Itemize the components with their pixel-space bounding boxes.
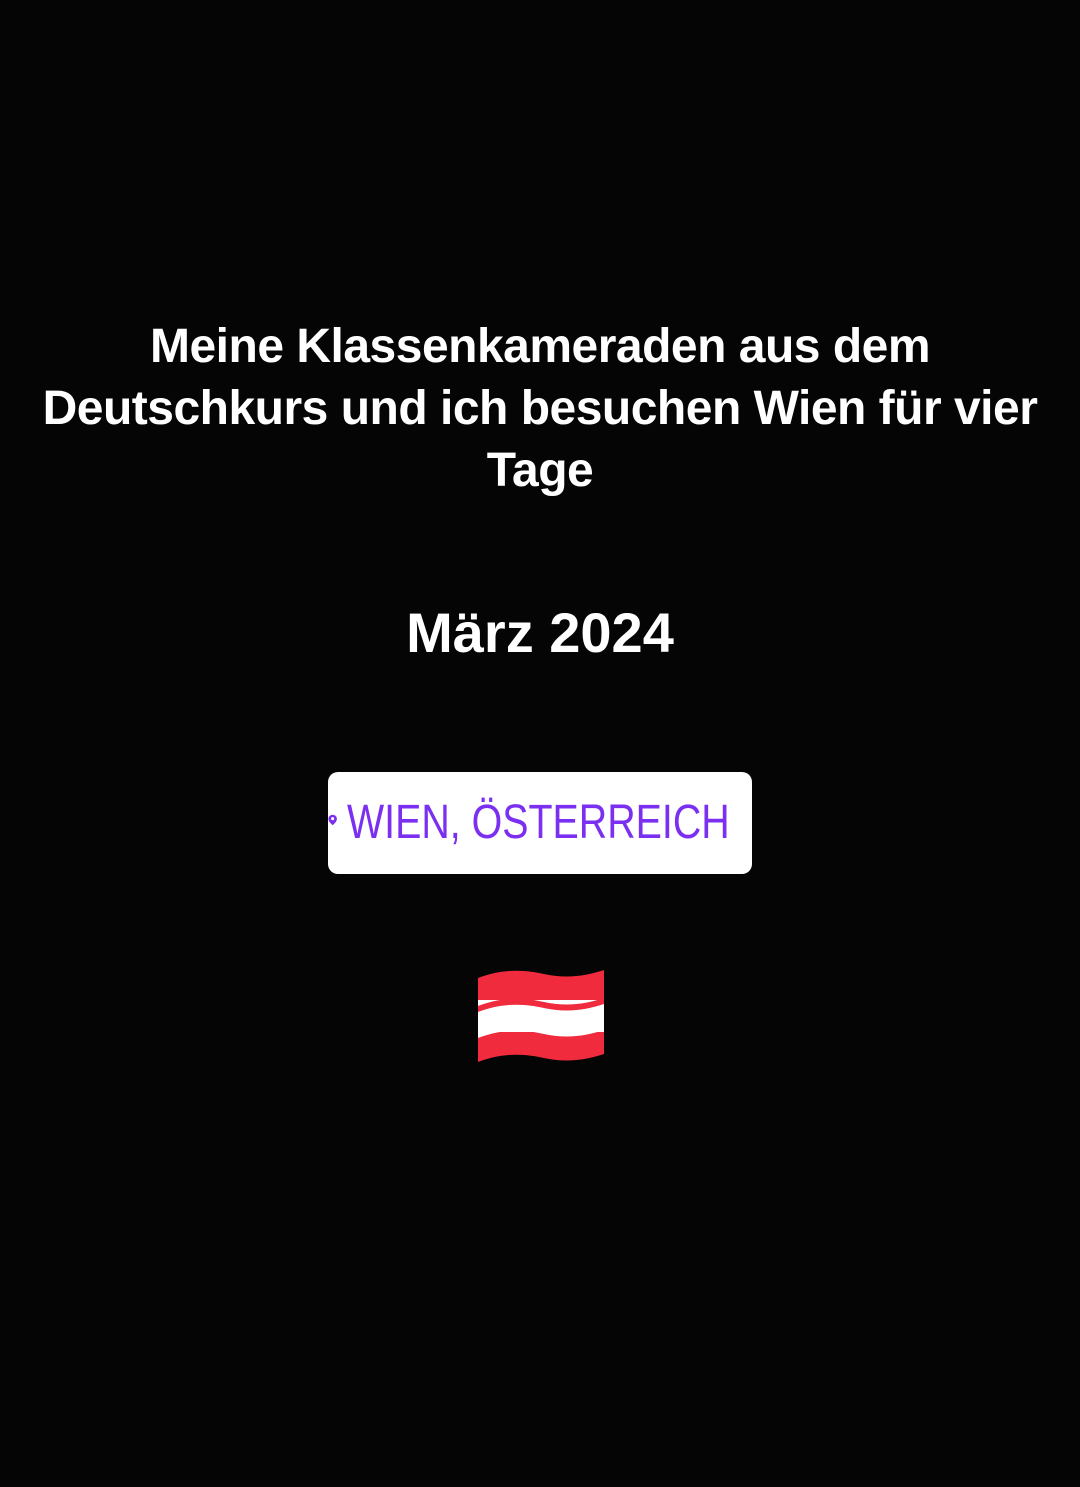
location-sticker[interactable]: WIEN, ÖSTERREICH (328, 772, 752, 874)
story-canvas: Meine Klassenkameraden aus dem Deutschku… (0, 0, 1080, 1487)
story-caption: Meine Klassenkameraden aus dem Deutschku… (42, 320, 1038, 497)
location-pin-icon (328, 814, 337, 826)
austria-flag-icon (478, 970, 604, 1062)
location-label: WIEN, ÖSTERREICH (347, 796, 730, 849)
story-date: März 2024 (406, 601, 674, 664)
